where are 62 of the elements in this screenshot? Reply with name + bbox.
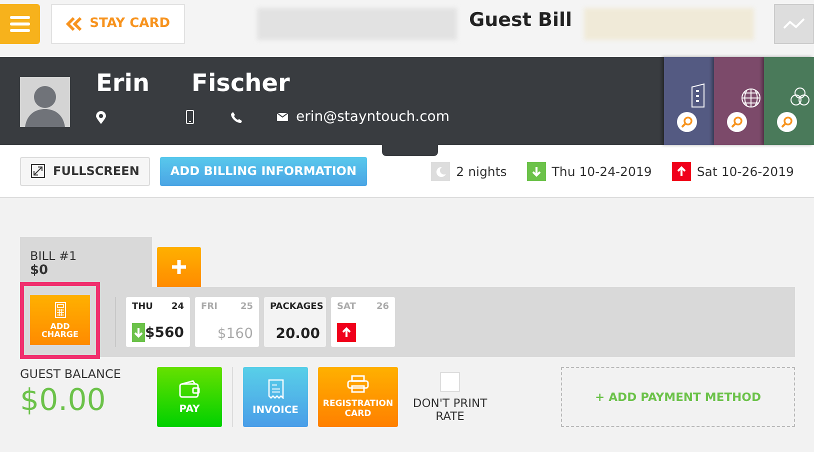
day-card[interactable]: THU 24 $560 <box>126 297 190 347</box>
graph-icon <box>783 18 805 30</box>
profile-card[interactable] <box>714 57 764 145</box>
departure-date: Sat 10-26-2019 <box>696 164 794 178</box>
search-icon[interactable] <box>727 112 747 132</box>
day-name: FRI <box>201 302 218 312</box>
day-date: 25 <box>240 302 253 312</box>
fullscreen-button[interactable]: FULLSCREEN <box>20 156 150 186</box>
arrival-icon <box>526 162 546 180</box>
circles-icon <box>789 87 811 107</box>
day-card[interactable]: FRI 25 $160 <box>195 297 259 347</box>
drawer-handle[interactable] <box>382 145 438 156</box>
add-billing-button[interactable]: ADD BILLING INFORMATION <box>160 156 367 186</box>
add-charge-button[interactable]: ADD CHARGE <box>30 295 90 345</box>
expand-icon <box>31 164 45 178</box>
first-name: Erin <box>96 69 150 97</box>
bill-amount: $0 <box>30 263 50 278</box>
arrival-date: Thu 10-24-2019 <box>552 164 652 178</box>
calculator-icon <box>54 302 66 318</box>
profile-card[interactable] <box>764 57 814 145</box>
printer-icon <box>347 375 369 393</box>
envelope-icon <box>277 113 288 121</box>
guest-email: erin@stayntouch.com <box>296 109 450 125</box>
location-pin-icon <box>96 110 106 124</box>
invoice-button[interactable]: INVOICE <box>243 367 308 427</box>
search-icon[interactable] <box>677 112 697 132</box>
plus-icon <box>172 260 186 274</box>
stay-card-button[interactable]: STAY CARD <box>51 4 185 44</box>
double-chevron-icon <box>66 16 82 30</box>
day-name: PACKAGES <box>270 302 324 312</box>
profile-card[interactable] <box>664 57 714 145</box>
phone-icon <box>231 112 242 122</box>
registration-button[interactable]: REGISTRATION CARD <box>318 367 398 427</box>
last-name: Fischer <box>192 69 290 97</box>
packages-card[interactable]: PACKAGES 20.00 <box>264 297 326 347</box>
mobile-phone-icon <box>186 110 194 124</box>
page-title: Guest Bill <box>469 8 572 30</box>
checkbox[interactable] <box>440 372 460 392</box>
search-icon[interactable] <box>777 112 797 132</box>
receipt-icon <box>268 378 284 398</box>
day-date: 26 <box>376 302 389 312</box>
checkbox-label: DON'T PRINT RATE <box>412 397 488 424</box>
day-name: SAT <box>337 302 356 312</box>
day-amount: $560 <box>145 324 184 340</box>
balance-amount: $0.00 <box>20 383 107 418</box>
day-name: THU <box>132 302 153 312</box>
day-card[interactable]: SAT 26 <box>331 297 395 347</box>
departure-icon <box>672 162 691 180</box>
avatar <box>20 77 70 127</box>
day-amount: $160 <box>217 326 253 342</box>
day-amount: 20.00 <box>276 326 320 342</box>
menu-icon <box>10 16 30 32</box>
nights-count: 2 nights <box>456 164 507 178</box>
pay-button[interactable]: PAY <box>157 367 222 427</box>
globe-icon <box>740 87 762 109</box>
day-date: 24 <box>171 302 184 312</box>
wallet-icon <box>178 380 200 398</box>
bill-tab[interactable]: BILL #1 $0 <box>20 237 152 287</box>
moon-icon <box>431 162 450 180</box>
balance-label: GUEST BALANCE <box>20 367 122 381</box>
add-payment-button[interactable]: + ADD PAYMENT METHOD <box>561 367 795 427</box>
bill-label: BILL #1 <box>30 249 78 263</box>
